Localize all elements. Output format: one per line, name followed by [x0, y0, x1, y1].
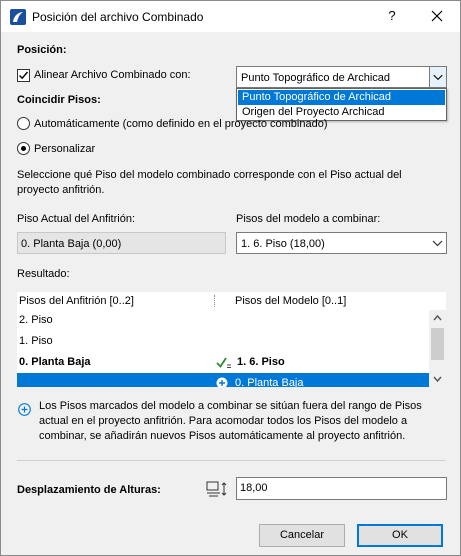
align-dropdown-list: Punto Topográfico de Archicad Origen del…	[236, 88, 447, 121]
result-table: Pisos del Anfitrión [0..2] Pisos del Mod…	[17, 292, 446, 387]
offset-input[interactable]	[240, 482, 440, 494]
custom-radio-label: Personalizar	[34, 143, 96, 155]
host-floor-cell: 1. Piso	[19, 335, 53, 347]
divider	[17, 460, 446, 461]
help-button[interactable]: ?	[385, 8, 399, 24]
info-text: Los Pisos marcados del modelo a combinar…	[39, 400, 422, 442]
model-floor-cell: 0. Planta Baja	[235, 377, 304, 387]
offset-input-box[interactable]	[236, 477, 447, 500]
add-floor-icon	[216, 377, 228, 387]
scroll-up-icon[interactable]	[433, 314, 442, 321]
archicad-app-icon	[10, 9, 26, 25]
ok-button[interactable]: OK	[357, 524, 443, 547]
window-title: Posición del archivo Combinado	[32, 10, 204, 24]
table-scrollbar[interactable]	[429, 310, 446, 387]
cancel-button[interactable]: Cancelar	[259, 524, 345, 547]
table-row[interactable]: 0. Planta Baja 1. 6. Piso	[17, 352, 429, 373]
auto-radio-label: Automáticamente (como definido en el pro…	[34, 118, 328, 130]
column-header-host: Pisos del Anfitrión [0..2]	[19, 295, 134, 307]
host-floor-label: Piso Actual del Anfitrión:	[17, 213, 136, 225]
dropdown-option[interactable]: Punto Topográfico de Archicad	[238, 90, 445, 105]
model-floor-value: 1. 6. Piso (18,00)	[241, 238, 325, 250]
model-floor-cell: 1. 6. Piso	[237, 356, 285, 368]
host-floor-field: 0. Planta Baja (0,00)	[17, 232, 226, 254]
align-select-value: Punto Topográfico de Archicad	[241, 72, 391, 84]
align-select[interactable]: Punto Topográfico de Archicad	[236, 66, 447, 88]
chevron-down-icon[interactable]	[429, 67, 446, 87]
elevation-offset-icon	[206, 481, 227, 497]
chevron-down-icon[interactable]	[429, 233, 446, 253]
matched-check-icon	[216, 357, 231, 368]
info-plus-icon	[18, 403, 31, 416]
host-floor-cell: 2. Piso	[19, 314, 53, 326]
model-floor-select[interactable]: 1. 6. Piso (18,00)	[236, 232, 447, 254]
floors-heading: Coincidir Pisos:	[17, 94, 101, 106]
column-separator	[214, 295, 215, 307]
offset-label: Desplazamiento de Alturas:	[17, 484, 161, 496]
dialog-window: Posición del archivo Combinado ? Posició…	[0, 0, 461, 556]
model-floors-label: Pisos del modelo a combinar:	[236, 213, 381, 225]
column-header-model: Pisos del Modelo [0..1]	[235, 295, 347, 307]
floors-description: Seleccione qué Piso del modelo combinado…	[17, 169, 402, 196]
radio-selected-dot	[21, 146, 26, 151]
align-checkbox[interactable]	[17, 69, 30, 82]
title-bar: Posición del archivo Combinado ?	[1, 1, 460, 32]
result-heading: Resultado:	[17, 268, 70, 280]
custom-radio[interactable]	[17, 142, 30, 155]
table-row[interactable]: 2. Piso	[17, 310, 429, 331]
table-row[interactable]: 1. Piso	[17, 331, 429, 352]
auto-radio[interactable]	[17, 117, 30, 130]
table-row-selected[interactable]: 0. Planta Baja	[17, 373, 429, 387]
host-floor-value: 0. Planta Baja (0,00)	[21, 238, 122, 250]
checkmark-icon	[19, 71, 29, 80]
align-label: Alinear Archivo Combinado con:	[34, 69, 191, 81]
scrollbar-thumb[interactable]	[431, 328, 444, 360]
scroll-down-icon[interactable]	[433, 376, 442, 383]
host-floor-cell: 0. Planta Baja	[19, 356, 91, 368]
close-icon[interactable]	[428, 7, 446, 25]
position-heading: Posición:	[17, 44, 67, 56]
